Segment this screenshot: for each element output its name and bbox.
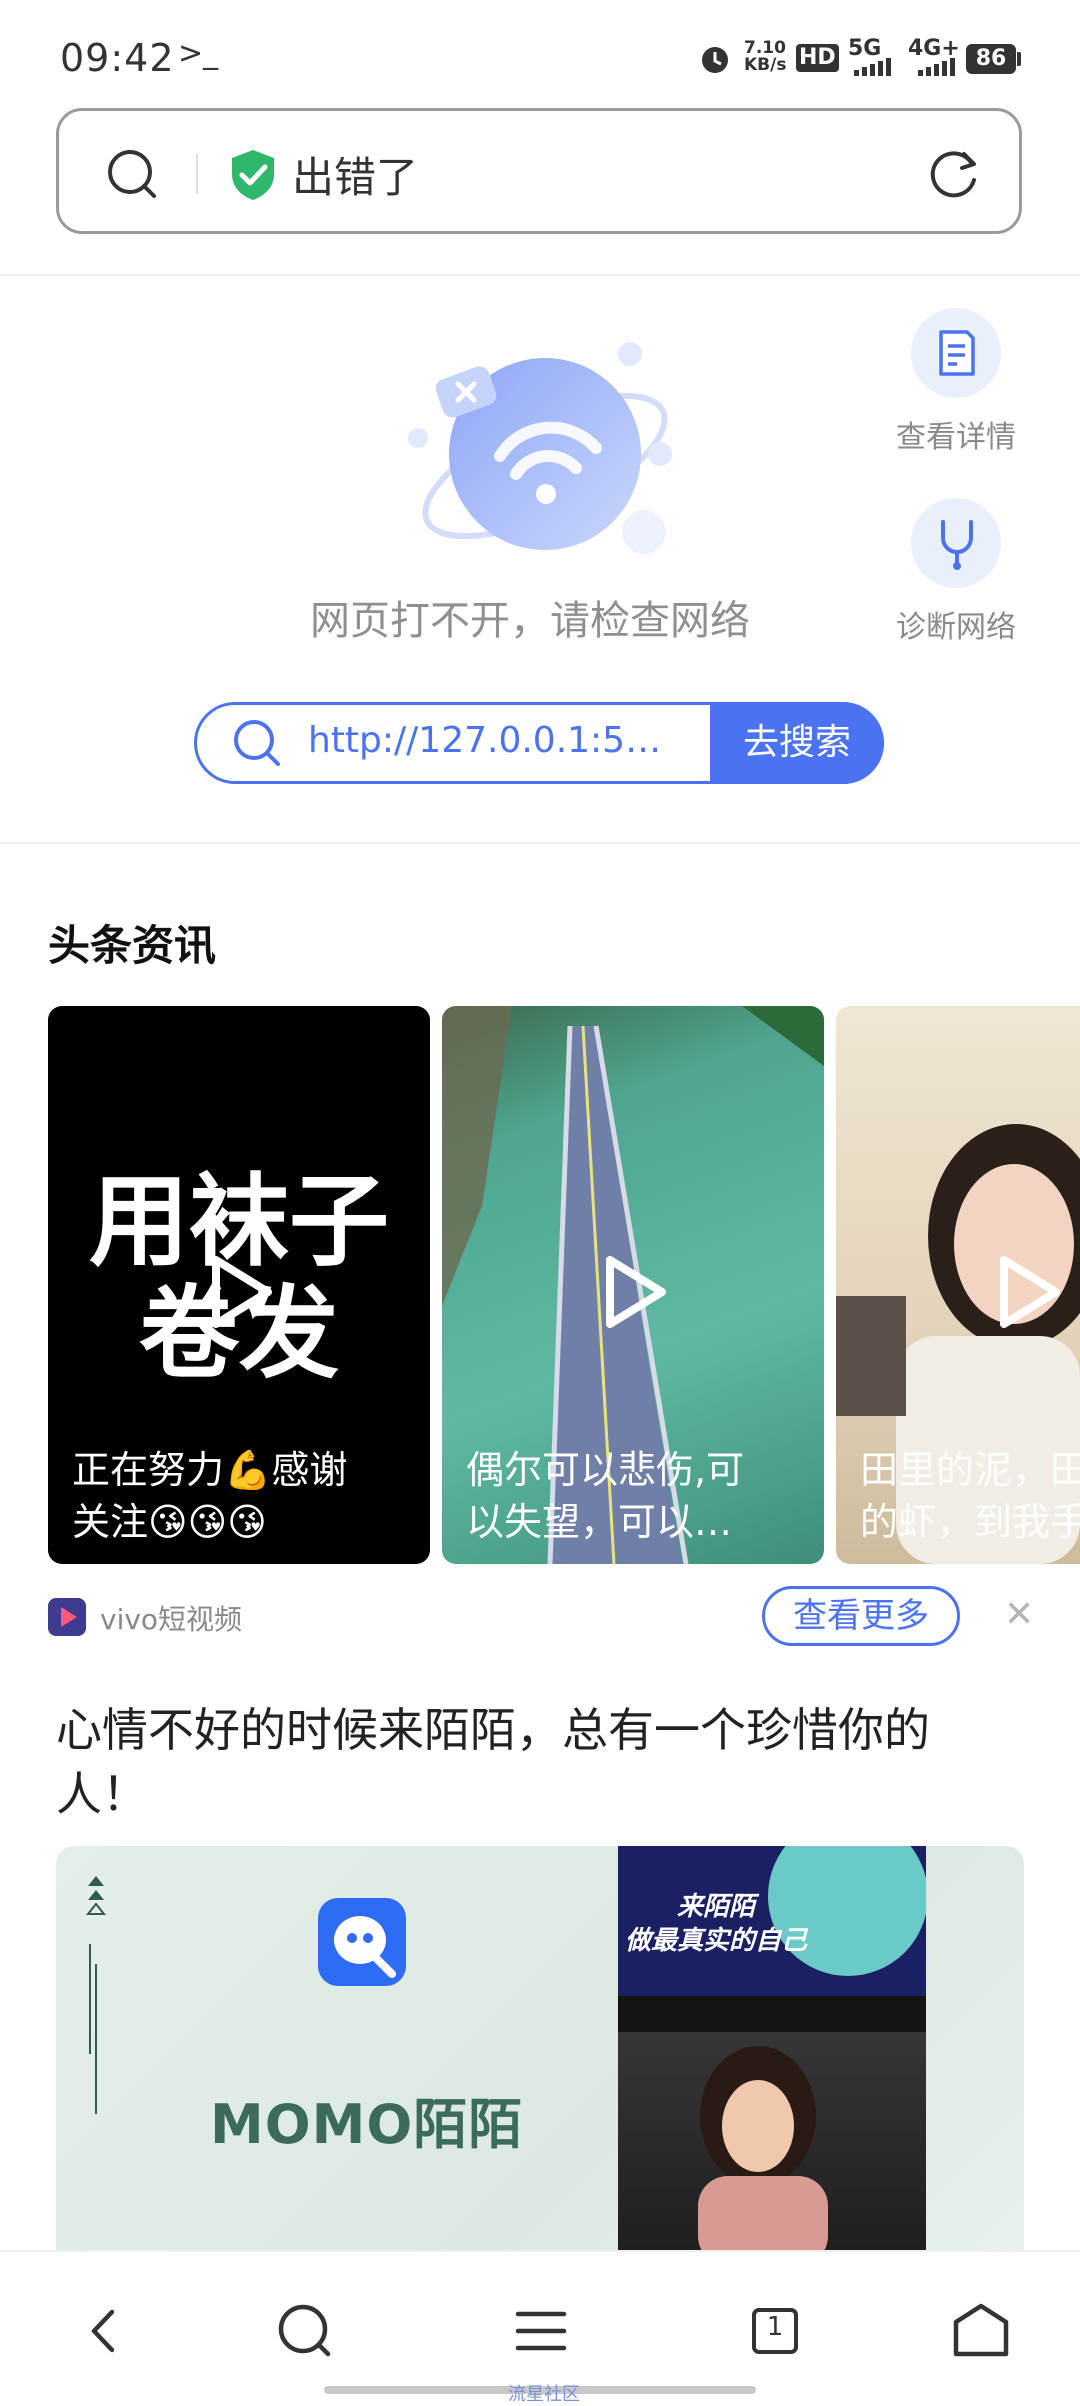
error-message: 网页打不开，请检查网络 [310,598,750,644]
video-caption: 正在努力💪感谢 关注😘😘😘 [72,1448,348,1544]
signal-icon-2 [918,58,955,76]
news-section-title: 头条资讯 [48,921,217,970]
play-icon [212,1256,272,1328]
search-button[interactable]: 去搜索 [710,702,884,784]
ad-banner[interactable]: 来陌陌 做最真实的自己 [56,1846,1024,2266]
diagnose-icon-bg [911,498,1001,588]
play-icon [606,1256,666,1328]
alarm-icon [702,47,728,73]
vivo-video-logo-icon [48,1598,86,1636]
details-icon-bg [911,308,1001,398]
ad-video-panel: 来陌陌 做最真实的自己 [618,1846,926,1996]
status-time: 09:42 [60,36,175,80]
net-speed: 7.10 KB/s [744,38,787,75]
page-title: 出错了 [292,153,419,202]
search-icon [234,720,280,766]
home-icon[interactable] [946,2296,1016,2366]
momo-logo-icon [318,1898,406,1986]
terminal-icon: >_ [178,36,219,71]
play-icon [1000,1256,1060,1328]
menu-icon[interactable] [506,2296,576,2366]
home-indicator-label: 流星社区 [508,2384,580,2405]
close-icon[interactable]: ✕ [1004,1594,1034,1635]
search-input-value[interactable]: http://127.0.0.1:5… [308,720,661,761]
ad-decor-line [85,1876,107,2114]
video-caption: 偶尔可以悲伤,可 以失望，可以… [466,1448,745,1544]
view-details-label: 查看详情 [896,420,1016,455]
ad-video-person [618,1996,926,2266]
tabs-button[interactable]: 1 [740,2296,810,2366]
hd-badge: HD [796,44,839,72]
diagnose-network-button[interactable]: 诊断网络 [876,498,1036,646]
ad-brand-name: MOMO陌陌 [210,2093,524,2156]
back-icon[interactable] [70,2296,140,2366]
refresh-icon[interactable] [926,146,982,202]
video-card[interactable]: 用袜子 卷发 正在努力💪感谢 关注😘😘😘 [48,1006,430,1564]
shield-check-icon [232,150,274,200]
video-card[interactable]: 田里的泥，田 的虾，到我手 [836,1006,1080,1564]
view-more-button[interactable]: 查看更多 [762,1586,960,1646]
signal-icon-1 [854,58,891,76]
video-source-label: vivo短视频 [100,1603,243,1636]
tab-count: 1 [766,2312,784,2342]
stethoscope-icon [941,520,973,570]
search-icon[interactable] [104,146,160,202]
document-icon [939,330,975,376]
divider [0,274,1080,276]
no-network-illustration [408,342,672,554]
battery-tip [1017,52,1021,66]
video-caption: 田里的泥，田 的虾，到我手 [860,1448,1080,1544]
ad-slogan: 来陌陌 做最真实的自己 [624,1892,807,1956]
ad-person-illustration [618,1996,926,2266]
ad-title[interactable]: 心情不好的时候来陌陌，总有一个珍惜你的人！ [56,1698,1016,1826]
diagnose-network-label: 诊断网络 [896,610,1016,645]
search-icon[interactable] [270,2296,340,2366]
divider [0,842,1080,844]
view-details-button[interactable]: 查看详情 [876,308,1036,456]
address-divider [196,154,198,194]
video-card[interactable]: 偶尔可以悲伤,可 以失望，可以… [442,1006,824,1564]
battery-indicator: 86 [966,44,1016,74]
address-bar[interactable] [56,108,1022,234]
status-bar: 09:42 >_ 7.10 KB/s HD 5G 4G+ 86 [0,0,1080,100]
